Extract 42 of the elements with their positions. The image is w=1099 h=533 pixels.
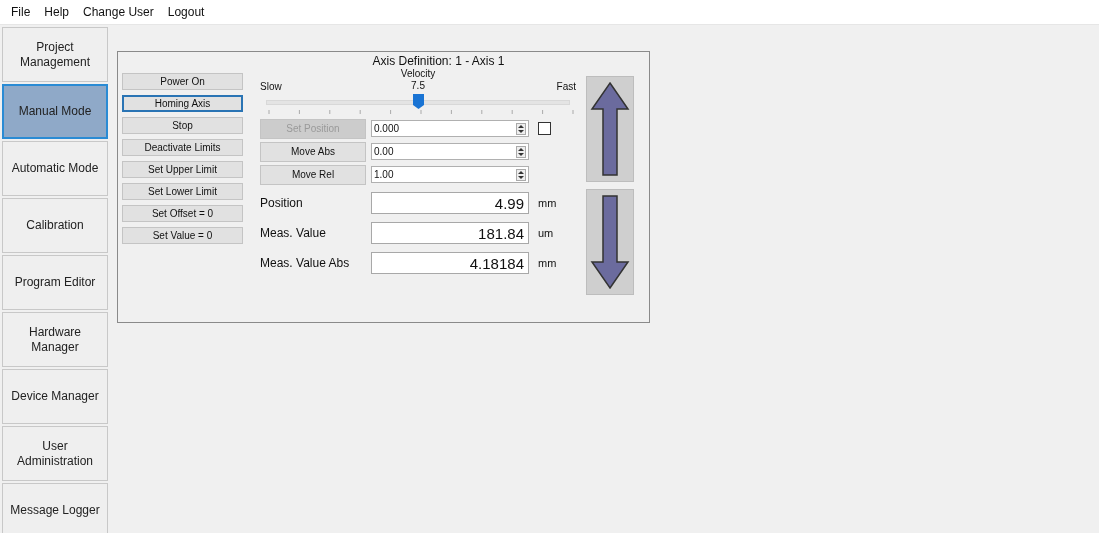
jog-button[interactable]	[586, 189, 634, 295]
jog-button[interactable]	[586, 76, 634, 182]
readout-field: 4.99	[371, 192, 529, 214]
action-button[interactable]: Stop	[122, 117, 243, 134]
sidebar-item[interactable]: Manual Mode	[2, 84, 108, 139]
sidebar-item[interactable]: Automatic Mode	[2, 141, 108, 196]
down-arrow-icon	[590, 194, 630, 290]
unit-label: mm	[538, 257, 557, 269]
slider-thumb[interactable]	[413, 94, 424, 109]
action-button[interactable]: Set Offset = 0	[122, 205, 243, 222]
sidebar-item[interactable]: User Administration	[2, 426, 108, 481]
readout-field: 4.18184	[371, 252, 529, 274]
velocity-label: Velocity	[400, 68, 436, 80]
sidebar-item[interactable]: Project Management	[2, 27, 108, 82]
action-button[interactable]: Set Value = 0	[122, 227, 243, 244]
sidebar-item[interactable]: Hardware Manager	[2, 312, 108, 367]
action-button[interactable]: Deactivate Limits	[122, 139, 243, 156]
unit-label: um	[538, 227, 554, 239]
sidebar-item[interactable]: Device Manager	[2, 369, 108, 424]
move-button[interactable]: Move Abs	[260, 141, 366, 162]
fast-label: Fast	[556, 81, 576, 92]
menu-item[interactable]: Logout	[160, 3, 212, 21]
sidebar-item[interactable]: Message Logger	[2, 483, 108, 533]
readout-label: Meas. Value	[260, 226, 327, 240]
action-button[interactable]: Set Lower Limit	[122, 183, 243, 200]
action-button[interactable]: Power On	[122, 73, 243, 90]
menu-item[interactable]: Change User	[76, 3, 161, 21]
panel-title: Axis Definition: 1 - Axis 1	[371, 53, 506, 68]
readout-label: Meas. Value Abs	[260, 256, 351, 270]
velocity-value: 7.5	[410, 80, 426, 92]
sidebar-item[interactable]: Program Editor	[2, 255, 108, 310]
up-arrow-icon	[590, 81, 630, 177]
action-button[interactable]: Homing Axis	[122, 95, 243, 112]
move-button[interactable]: Move Rel	[260, 164, 366, 185]
menu-item[interactable]: Help	[37, 3, 77, 21]
unit-label: mm	[538, 197, 557, 209]
sidebar-item[interactable]: Calibration	[2, 198, 108, 253]
menu-item[interactable]: File	[4, 3, 38, 21]
readout-label: Position	[260, 196, 304, 210]
slow-label: Slow	[260, 81, 283, 92]
action-button[interactable]: Set Upper Limit	[122, 161, 243, 178]
readout-field: 181.84	[371, 222, 529, 244]
